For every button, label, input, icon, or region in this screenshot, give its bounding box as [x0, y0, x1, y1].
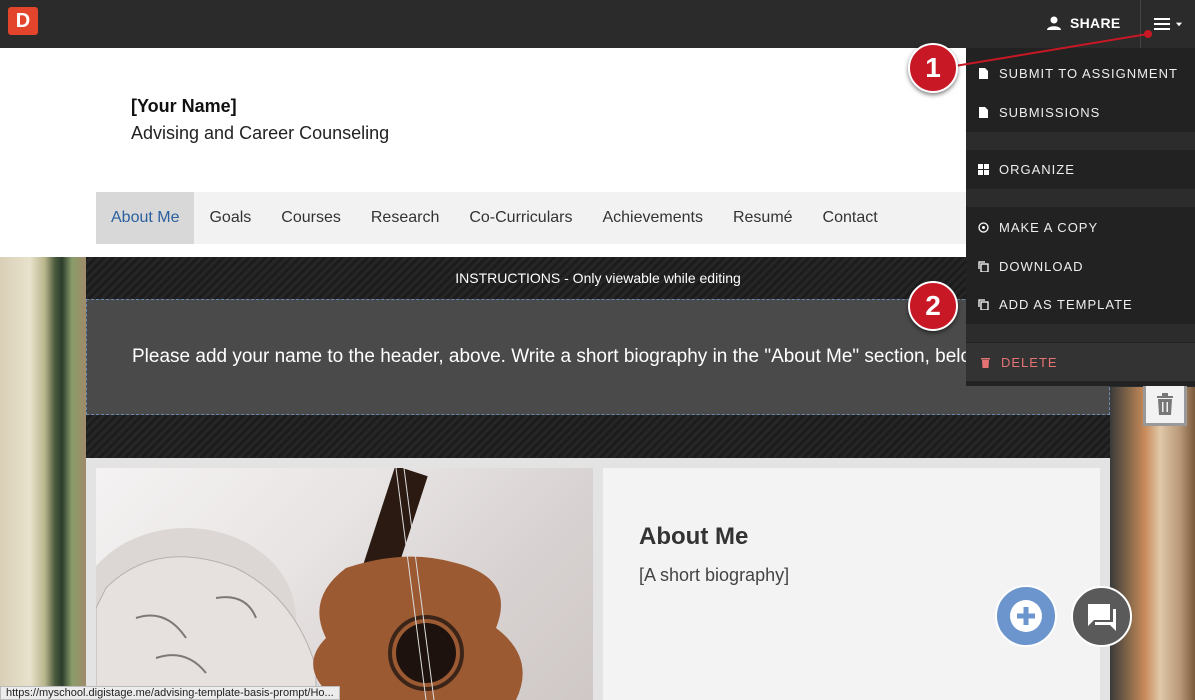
person-icon: [1047, 16, 1061, 30]
about-me-text[interactable]: [A short biography]: [639, 565, 789, 586]
menu-divider: [966, 324, 1195, 342]
menu-item-label: ADD AS TEMPLATE: [999, 296, 1133, 312]
menu-divider: [966, 189, 1195, 207]
delete-block-button[interactable]: [1143, 382, 1187, 426]
copy-icon: [978, 298, 989, 310]
site-header: [Your Name] Advising and Career Counseli…: [0, 48, 966, 258]
share-label: SHARE: [1070, 15, 1121, 31]
menu-item-download[interactable]: DOWNLOAD: [966, 247, 1195, 285]
about-me-card: About Me [A short biography]: [603, 468, 1100, 700]
copy-icon: [978, 260, 989, 272]
app-logo[interactable]: D: [8, 7, 38, 35]
nav-item-about-me[interactable]: About Me: [96, 192, 195, 244]
plus-icon: [1010, 600, 1042, 632]
menu-item-delete[interactable]: DELETE: [966, 343, 1195, 381]
guitar-photo[interactable]: [96, 468, 593, 700]
menu-item-organize[interactable]: ORGANIZE: [966, 150, 1195, 188]
callout-badge-1: 1: [908, 43, 958, 93]
nav-item-courses[interactable]: Courses: [266, 192, 356, 244]
menu-item-make-a-copy[interactable]: MAKE A COPY: [966, 208, 1195, 246]
menu-item-label: ORGANIZE: [999, 161, 1075, 177]
browser-status-bar: https://myschool.digistage.me/advising-t…: [0, 686, 340, 700]
hamburger-icon: [1154, 18, 1170, 30]
share-button[interactable]: SHARE: [1046, 13, 1121, 33]
books-right-image: [1110, 387, 1195, 700]
menu-item-label: MAKE A COPY: [999, 219, 1099, 235]
menu-item-label: SUBMIT TO ASSIGNMENT: [999, 65, 1178, 81]
nav-item-co-curriculars[interactable]: Co-Curriculars: [454, 192, 587, 244]
menu-button[interactable]: [1140, 0, 1195, 48]
menu-item-label: DELETE: [1001, 354, 1058, 370]
trash-icon: [981, 357, 990, 368]
trash-icon: [1157, 393, 1173, 415]
document-icon: [979, 67, 988, 79]
instructions-text[interactable]: Please add your name to the header, abov…: [132, 346, 971, 368]
grid-icon: [978, 163, 989, 175]
menu-item-submissions[interactable]: SUBMISSIONS: [966, 93, 1195, 131]
caret-down-icon: [1175, 22, 1183, 27]
nav-item-achievements[interactable]: Achievements: [587, 192, 718, 244]
site-nav: About Me Goals Courses Research Co-Curri…: [96, 192, 966, 244]
menu-item-add-as-template[interactable]: ADD AS TEMPLATE: [966, 285, 1195, 323]
menu-item-label: DOWNLOAD: [999, 258, 1084, 274]
site-name[interactable]: [Your Name]: [131, 96, 237, 117]
about-me-title[interactable]: About Me: [639, 523, 748, 551]
menu-item-label: SUBMISSIONS: [999, 104, 1101, 120]
books-left-image: [0, 257, 86, 700]
nav-item-goals[interactable]: Goals: [194, 192, 266, 244]
add-block-button[interactable]: [995, 585, 1057, 647]
callout-badge-2: 2: [908, 281, 958, 331]
chat-icon: [1087, 603, 1116, 631]
nav-item-contact[interactable]: Contact: [808, 192, 893, 244]
site-subtitle[interactable]: Advising and Career Counseling: [131, 123, 389, 144]
nav-item-research[interactable]: Research: [356, 192, 454, 244]
nav-item-resume[interactable]: Resumé: [718, 192, 808, 244]
menu-item-submit-to-assignment[interactable]: SUBMIT TO ASSIGNMENT: [966, 54, 1195, 92]
guitar-illustration: [96, 468, 523, 700]
options-dropdown-menu: SUBMIT TO ASSIGNMENT SUBMISSIONS ORGANIZ…: [966, 48, 1195, 386]
document-icon: [979, 106, 988, 118]
top-bar: D SHARE: [0, 0, 1195, 48]
instructions-title: INSTRUCTIONS - Only viewable while editi…: [455, 270, 741, 286]
copy-circle-icon: [978, 221, 989, 233]
menu-divider: [966, 132, 1195, 150]
comments-button[interactable]: [1071, 586, 1132, 647]
instructions-box[interactable]: Please add your name to the header, abov…: [86, 299, 1110, 415]
